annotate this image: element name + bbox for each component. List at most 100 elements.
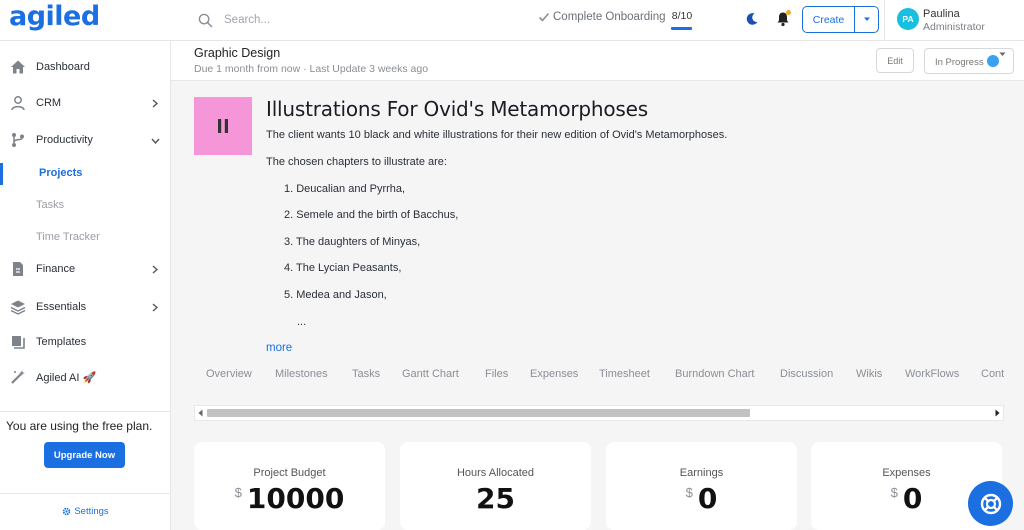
help-button[interactable] [968, 481, 1013, 526]
currency-symbol: $ [234, 485, 242, 500]
project-category: Graphic Design [194, 46, 281, 60]
project-thumbnail [194, 97, 252, 155]
onboarding-progress: 8/10 [671, 10, 693, 22]
sidebar: Dashboard CRM Productivity Projects Task… [0, 41, 171, 530]
tabs-scrollbar[interactable] [194, 405, 1004, 421]
create-label[interactable]: Create [803, 7, 854, 32]
chapter-item: 3. The daughters of Minyas, [284, 236, 421, 248]
complete-onboarding-link[interactable]: Complete Onboarding [538, 11, 666, 23]
sidebar-item-agiled-ai[interactable]: Agiled AI 🚀 [0, 366, 171, 390]
stat-value-group: $ 0 [606, 482, 797, 515]
search-icon [198, 13, 213, 27]
avatar[interactable]: PA [897, 8, 919, 30]
tab-milestones[interactable]: Milestones [275, 368, 328, 380]
template-icon [12, 336, 25, 349]
currency-symbol: $ [685, 485, 693, 500]
gear-icon [63, 507, 71, 516]
sidebar-item-finance[interactable]: Finance [0, 258, 171, 282]
chevron-right-icon [152, 99, 158, 108]
sidebar-item-dashboard[interactable]: Dashboard [0, 56, 171, 80]
tab-discussion[interactable]: Discussion [780, 368, 833, 380]
project-header: Graphic Design Due 1 month from now · La… [171, 41, 1024, 81]
sidebar-item-productivity[interactable]: Productivity [0, 129, 171, 153]
sidebar-item-label: Finance [36, 263, 76, 275]
lifebuoy-icon [980, 493, 1001, 514]
pause-icon [218, 119, 228, 133]
project-meta: Due 1 month from now · Last Update 3 wee… [194, 63, 429, 75]
sidebar-item-crm[interactable]: CRM [0, 92, 171, 116]
stat-value: 0 [902, 482, 923, 515]
sidebar-item-essentials[interactable]: Essentials [0, 296, 171, 320]
tab-workflows[interactable]: WorkFlows [905, 368, 959, 380]
onboarding-label: Complete Onboarding [553, 11, 666, 23]
more-link[interactable]: more [266, 342, 292, 354]
chevron-down-icon [151, 138, 160, 144]
caret-down-icon [863, 17, 870, 21]
stat-card-hours-allocated: Hours Allocated 25 [400, 442, 591, 530]
upgrade-now-button[interactable]: Upgrade Now [44, 442, 125, 468]
currency-symbol: $ [890, 485, 898, 500]
user-role: Administrator [923, 21, 985, 33]
onboarding-progress-bar [671, 27, 692, 30]
chapter-item: 4. The Lycian Peasants, [284, 262, 402, 274]
edit-button[interactable]: Edit [876, 48, 914, 73]
settings-label: Settings [74, 506, 109, 517]
tab-burndown-chart[interactable]: Burndown Chart [675, 368, 755, 380]
magic-wand-icon [11, 370, 25, 384]
sidebar-item-label: Templates [36, 336, 87, 348]
chevron-right-icon [152, 265, 158, 274]
status-label: In Progress [935, 57, 984, 68]
stat-value-group: $ 10000 [194, 482, 385, 515]
sidebar-item-label: Productivity [36, 134, 93, 146]
stat-card-earnings: Earnings $ 0 [606, 442, 797, 530]
scroll-right-icon[interactable] [995, 409, 1000, 417]
chevron-right-icon [152, 303, 158, 312]
tab-cont[interactable]: Cont [981, 368, 1004, 380]
tab-expenses[interactable]: Expenses [530, 368, 578, 380]
chapter-item: 1. Deucalian and Pyrrha, [284, 183, 406, 195]
search-input[interactable] [224, 14, 464, 26]
sidebar-item-label: Projects [39, 167, 83, 179]
stat-label: Earnings [679, 467, 724, 479]
sidebar-item-label: Dashboard [36, 61, 90, 73]
stat-value: 10000 [246, 482, 345, 515]
status-dropdown[interactable]: In Progress [924, 48, 1014, 74]
project-title: Illustrations For Ovid's Metamorphoses [266, 97, 648, 121]
stat-card-project-budget: Project Budget $ 10000 [194, 442, 385, 530]
search-box[interactable] [198, 8, 498, 32]
sidebar-item-time-tracker[interactable]: Time Tracker [0, 227, 171, 249]
sidebar-item-label: Tasks [36, 199, 65, 211]
tab-timesheet[interactable]: Timesheet [599, 368, 650, 380]
user-name[interactable]: Paulina [923, 8, 960, 20]
user-icon [11, 96, 25, 111]
project-tabs: Overview Milestones Tasks Gantt Chart Fi… [194, 360, 1004, 392]
status-indicator [987, 55, 999, 67]
sidebar-item-label: Agiled AI 🚀 [36, 372, 97, 384]
branch-icon [12, 133, 24, 147]
notification-badge [786, 10, 791, 15]
tab-files[interactable]: Files [485, 368, 508, 380]
create-dropdown-toggle[interactable] [854, 7, 878, 32]
dark-mode-toggle[interactable] [745, 12, 759, 31]
create-button[interactable]: Create [802, 6, 879, 33]
sidebar-item-templates[interactable]: Templates [0, 331, 171, 355]
stat-label: Hours Allocated [456, 467, 535, 479]
tab-overview[interactable]: Overview [206, 368, 252, 380]
sidebar-item-tasks[interactable]: Tasks [0, 195, 171, 217]
scrollbar-thumb[interactable] [207, 409, 750, 417]
top-bar: agiled Complete Onboarding 8/10 Create P… [0, 0, 1024, 41]
tab-gantt-chart[interactable]: Gantt Chart [402, 368, 459, 380]
sidebar-item-projects[interactable]: Projects [0, 163, 171, 185]
moon-icon [746, 13, 758, 25]
tab-wikis[interactable]: Wikis [856, 368, 882, 380]
stat-value: 25 [476, 482, 515, 515]
scroll-left-icon[interactable] [198, 409, 203, 417]
caret-down-icon [999, 52, 1006, 56]
sidebar-item-label: Time Tracker [36, 231, 100, 243]
tab-tasks[interactable]: Tasks [352, 368, 380, 380]
layers-icon [10, 300, 26, 315]
chapter-item: 5. Medea and Jason, [284, 289, 387, 301]
active-indicator [0, 163, 3, 185]
settings-link[interactable]: Settings [0, 506, 171, 517]
agiled-logo[interactable]: agiled [9, 1, 100, 32]
